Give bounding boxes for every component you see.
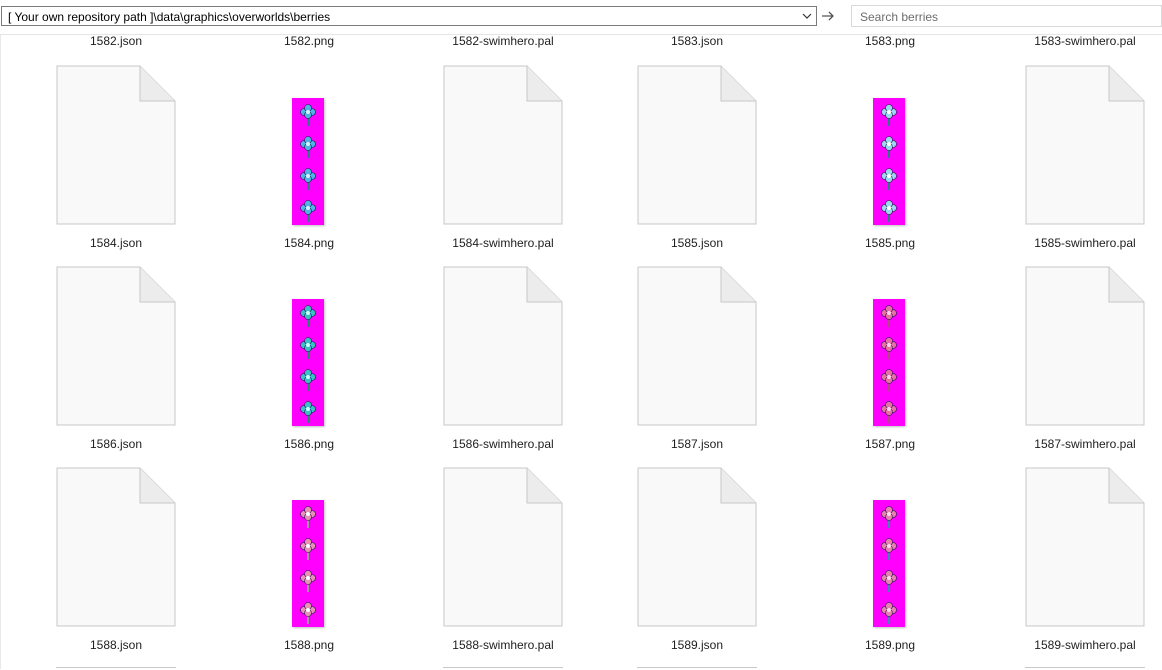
- file-name-label: 1585-swimhero.pal: [1034, 236, 1136, 250]
- file-name-label: 1588.png: [283, 638, 335, 652]
- file-item[interactable]: 1585.json: [608, 65, 786, 255]
- file-item[interactable]: 1586.json: [27, 266, 205, 456]
- file-item[interactable]: 1587.json: [608, 266, 786, 456]
- document-icon: [1025, 65, 1145, 225]
- file-name-label: 1589.png: [864, 638, 916, 652]
- file-name-label[interactable]: 1583.png: [801, 34, 979, 48]
- file-name-label: 1587.png: [864, 437, 916, 451]
- file-item[interactable]: 1585.png: [801, 65, 979, 255]
- file-item[interactable]: 1586-swimhero.pal: [414, 266, 592, 456]
- search-placeholder: Search berries: [860, 10, 939, 24]
- file-name-label: 1589.json: [670, 638, 724, 652]
- file-name-label: 1585.png: [864, 236, 916, 250]
- file-name-label[interactable]: 1583-swimhero.pal: [996, 34, 1162, 48]
- document-icon: [443, 467, 563, 627]
- sprite-thumbnail: [292, 299, 324, 426]
- file-item[interactable]: 1587-swimhero.pal: [996, 266, 1162, 456]
- file-name-label: 1584.png: [283, 236, 335, 250]
- file-name-label: 1589-swimhero.pal: [1034, 638, 1136, 652]
- address-bar[interactable]: [ Your own repository path ]\data\graphi…: [1, 6, 817, 26]
- file-name-label: 1586-swimhero.pal: [452, 437, 554, 451]
- file-name-label: 1587-swimhero.pal: [1034, 437, 1136, 451]
- file-item[interactable]: 1589.png: [801, 467, 979, 657]
- file-name-label[interactable]: 1582-swimhero.pal: [414, 34, 592, 48]
- file-item[interactable]: 1589.json: [608, 467, 786, 657]
- file-name-label[interactable]: 1582.json: [27, 34, 205, 48]
- file-name-label[interactable]: 1582.png: [220, 34, 398, 48]
- file-item[interactable]: 1584-swimhero.pal: [414, 65, 592, 255]
- divider: [0, 35, 1, 669]
- chevron-down-icon[interactable]: [799, 8, 815, 24]
- file-name-label[interactable]: 1583.json: [608, 34, 786, 48]
- document-icon: [56, 266, 176, 426]
- document-icon: [443, 65, 563, 225]
- file-name-label: 1587.json: [670, 437, 724, 451]
- file-name-label: 1584-swimhero.pal: [452, 236, 554, 250]
- file-item[interactable]: 1588-swimhero.pal: [414, 467, 592, 657]
- navigation-bar: [ Your own repository path ]\data\graphi…: [0, 0, 1162, 34]
- document-icon: [56, 467, 176, 627]
- file-item[interactable]: 1589-swimhero.pal: [996, 467, 1162, 657]
- search-input[interactable]: Search berries: [851, 5, 1162, 27]
- sprite-thumbnail: [873, 299, 905, 426]
- sprite-thumbnail: [873, 500, 905, 627]
- sprite-thumbnail: [873, 98, 905, 225]
- sprite-thumbnail: [292, 98, 324, 225]
- document-icon: [637, 65, 757, 225]
- file-name-label: 1588-swimhero.pal: [452, 638, 554, 652]
- document-icon: [637, 266, 757, 426]
- file-name-label: 1585.json: [670, 236, 724, 250]
- sprite-thumbnail: [292, 500, 324, 627]
- address-path[interactable]: [ Your own repository path ]\data\graphi…: [8, 10, 330, 24]
- file-item[interactable]: 1586.png: [220, 266, 398, 456]
- file-item[interactable]: 1588.png: [220, 467, 398, 657]
- file-item[interactable]: 1587.png: [801, 266, 979, 456]
- document-icon: [637, 467, 757, 627]
- document-icon: [1025, 266, 1145, 426]
- file-name-label: 1588.json: [89, 638, 143, 652]
- arrow-right-icon[interactable]: [819, 7, 837, 25]
- document-icon: [1025, 467, 1145, 627]
- file-item[interactable]: 1585-swimhero.pal: [996, 65, 1162, 255]
- file-name-label: 1586.json: [89, 437, 143, 451]
- document-icon: [443, 266, 563, 426]
- file-name-label: 1584.json: [89, 236, 143, 250]
- file-name-label: 1586.png: [283, 437, 335, 451]
- document-icon: [56, 65, 176, 225]
- file-item[interactable]: 1584.json: [27, 65, 205, 255]
- file-item[interactable]: 1584.png: [220, 65, 398, 255]
- file-item[interactable]: 1588.json: [27, 467, 205, 657]
